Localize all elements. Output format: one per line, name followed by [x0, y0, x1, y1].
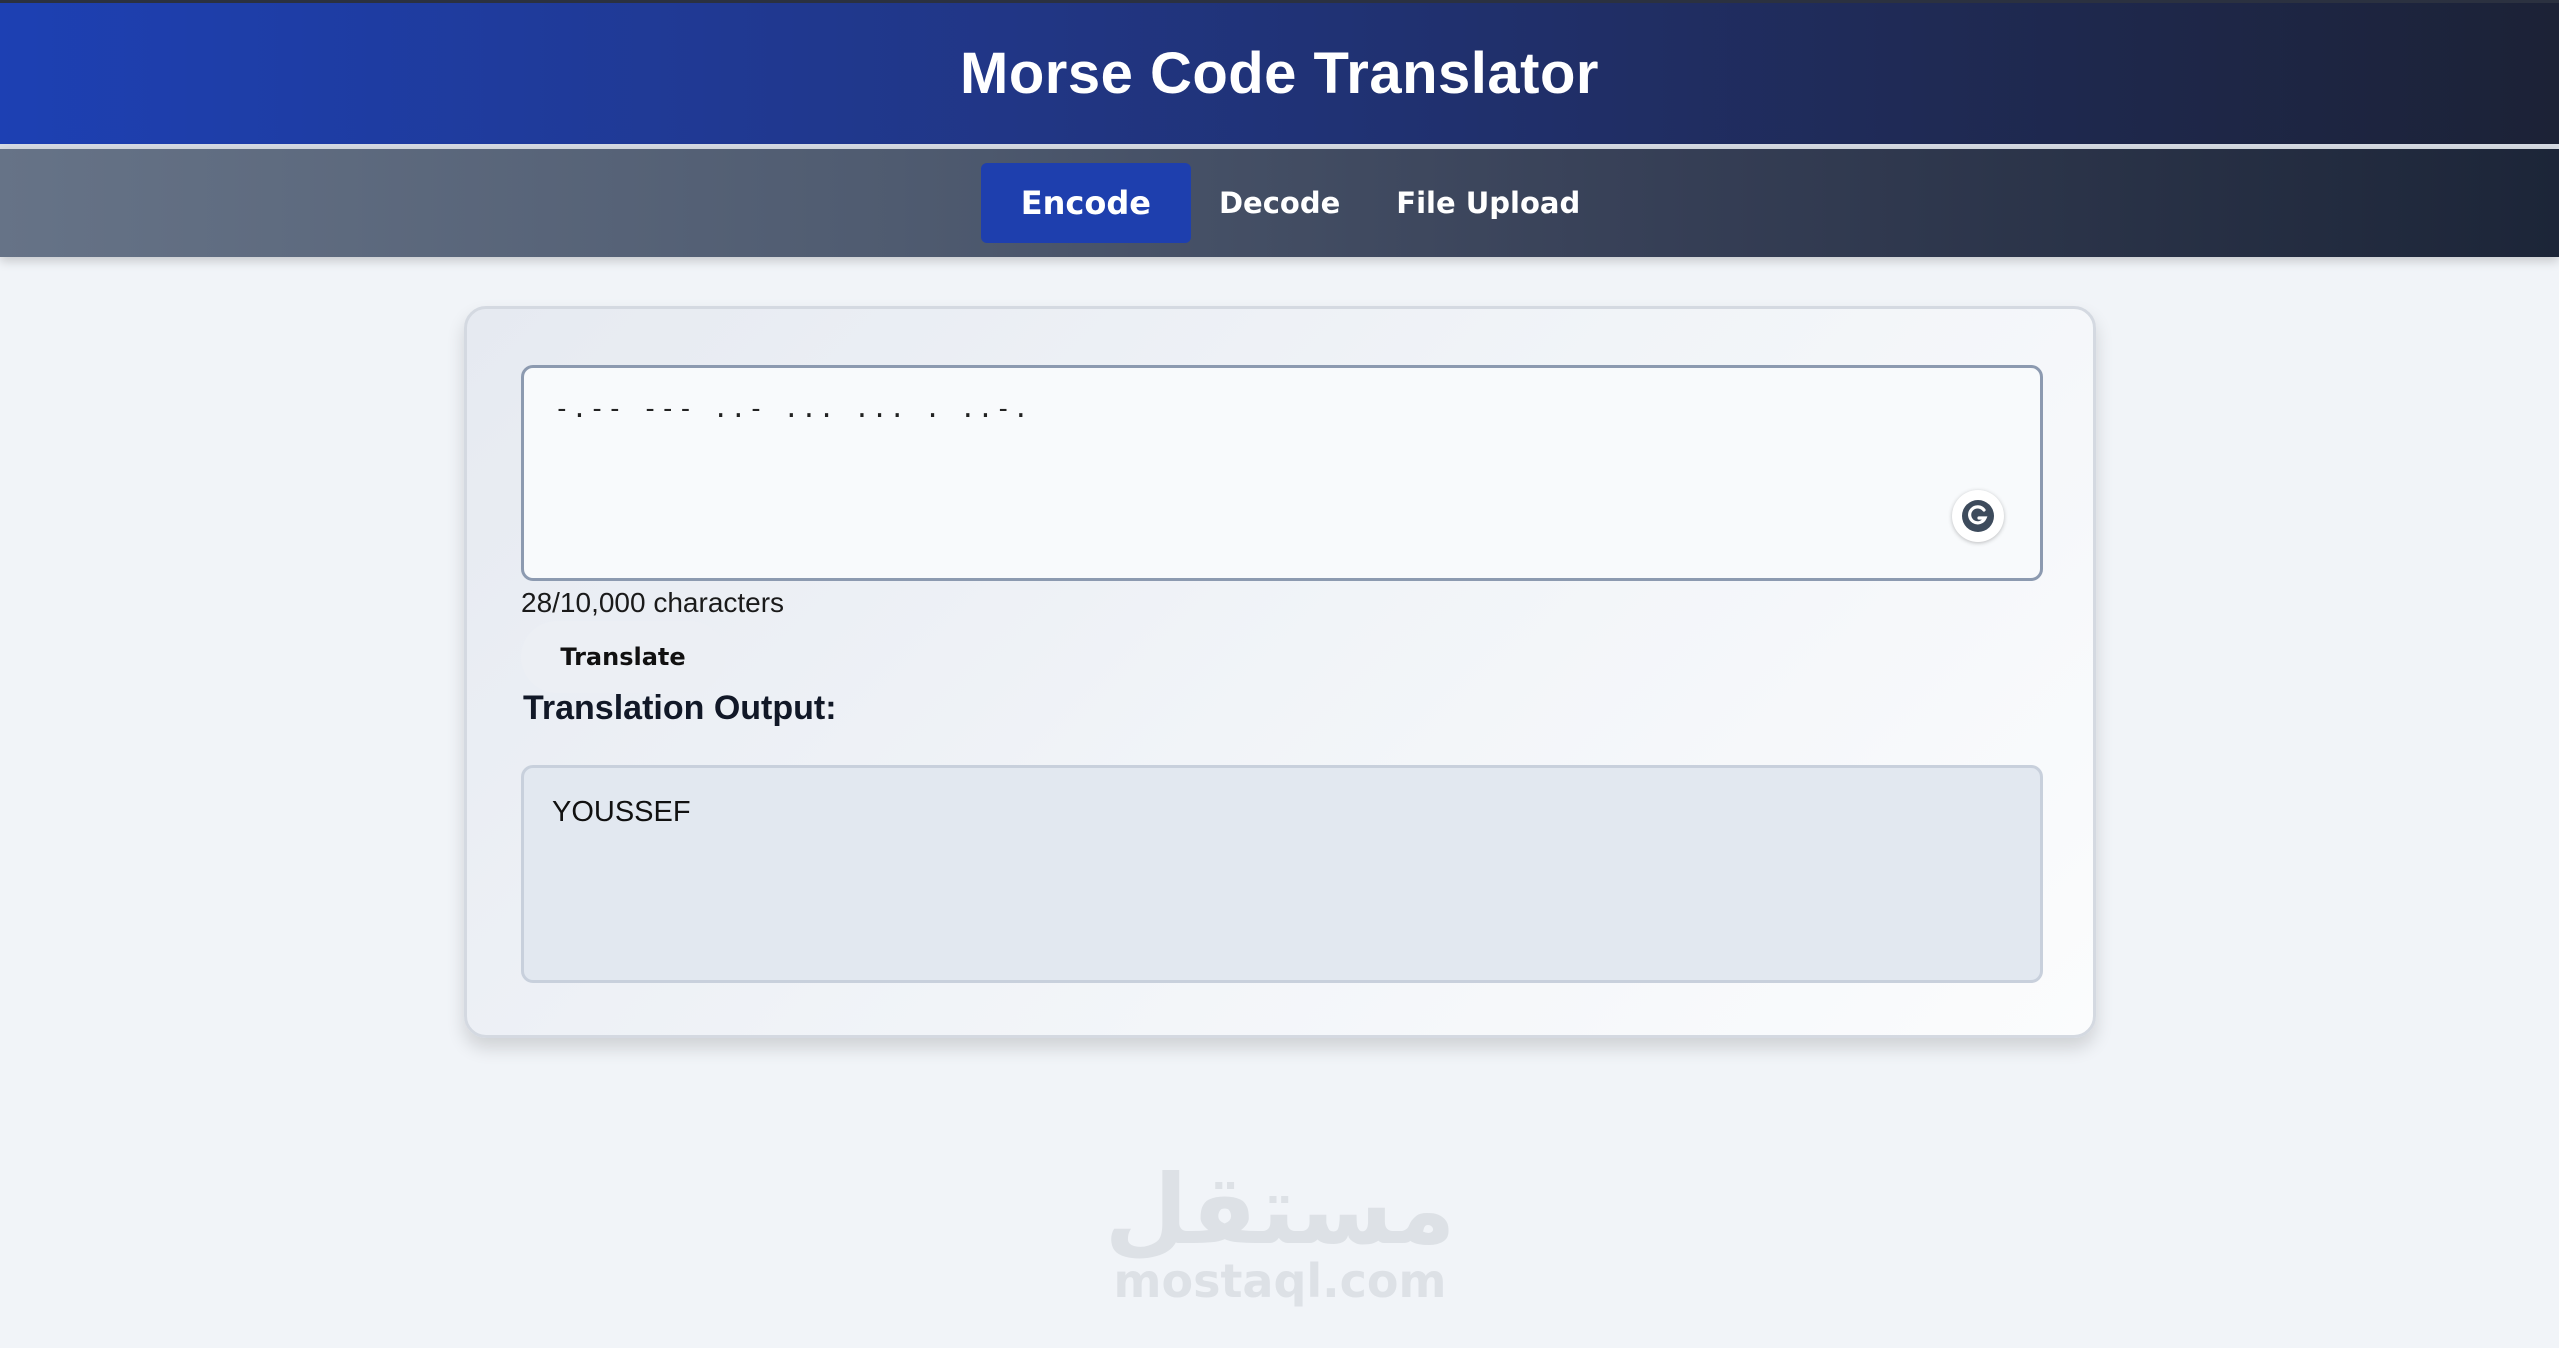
grammarly-icon[interactable] — [1952, 490, 2004, 542]
morse-input[interactable]: -.-- --- ..- ... ... . ..-. — [521, 365, 2043, 581]
morse-input-value: -.-- --- ..- ... ... . ..-. — [554, 394, 1031, 424]
page-title: Morse Code Translator — [960, 41, 1599, 106]
app-header: Morse Code Translator — [0, 0, 2559, 144]
tab-encode[interactable]: Encode — [980, 163, 1191, 243]
tab-decode[interactable]: Decode — [1191, 163, 1368, 243]
output-heading: Translation Output: — [523, 689, 837, 727]
watermark-latin: mostaql.com — [1113, 1254, 1447, 1308]
translate-button[interactable]: Translate — [521, 621, 725, 693]
tab-file-upload[interactable]: File Upload — [1368, 163, 1608, 243]
translator-card: -.-- --- ..- ... ... . ..-. 28/10,000 ch… — [464, 306, 2096, 1038]
character-counter: 28/10,000 characters — [521, 587, 785, 618]
translation-output-value: YOUSSEF — [552, 796, 691, 828]
mode-tabs: Encode Decode File Upload — [0, 149, 2559, 257]
mostaql-watermark: مستقل mostaql.com — [1100, 1160, 1460, 1308]
translation-output: YOUSSEF — [521, 765, 2043, 983]
watermark-arabic: مستقل — [1104, 1154, 1456, 1266]
